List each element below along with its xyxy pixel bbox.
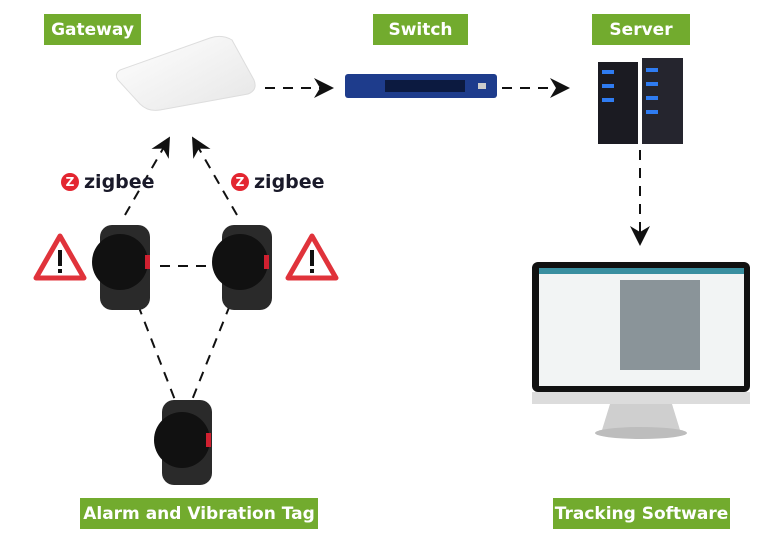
warning-icon [33, 233, 87, 281]
network-diagram: Gateway Switch Server Alarm and Vibratio… [0, 0, 772, 547]
zigbee-icon: Z [231, 173, 249, 191]
software-label: Tracking Software [553, 498, 730, 529]
alarm-tags [92, 225, 272, 485]
warning-icon [285, 233, 339, 281]
switch-device [345, 74, 497, 98]
monitor-device [532, 262, 750, 439]
zigbee-logo: Zzigbee [231, 171, 325, 193]
tag-3 [154, 400, 212, 485]
server-label: Server [592, 14, 690, 45]
switch-label: Switch [373, 14, 468, 45]
tag1-tag3-link [137, 304, 176, 401]
zigbee-icon: Z [61, 173, 79, 191]
gateway-label: Gateway [44, 14, 141, 45]
tag2-tag3-link [191, 304, 231, 401]
tag-label: Alarm and Vibration Tag [80, 498, 318, 529]
tag-2 [212, 225, 272, 310]
server-device [598, 58, 683, 144]
zigbee-logo: Zzigbee [61, 171, 155, 193]
gateway-device [115, 35, 256, 111]
diagram-graphics [33, 35, 750, 485]
tag-1 [92, 225, 150, 310]
